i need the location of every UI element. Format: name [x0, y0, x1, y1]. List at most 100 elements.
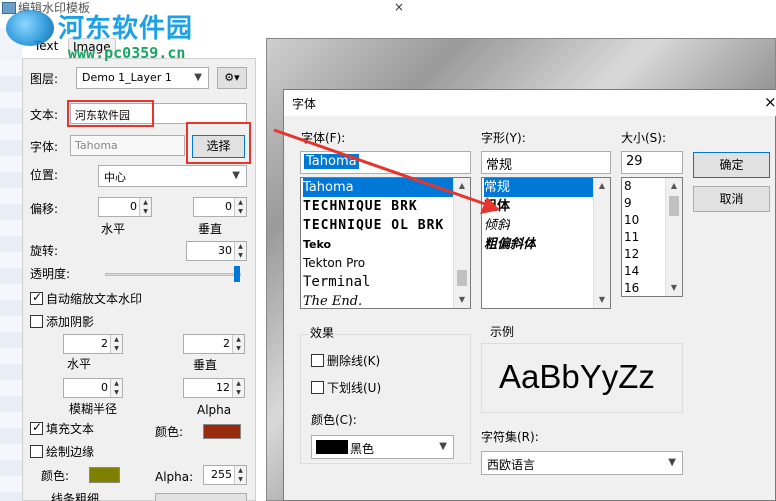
spin-up-icon[interactable]: ▲ — [233, 335, 244, 344]
shadow-h-spinner[interactable]: 2 ▲ ▼ — [63, 334, 123, 354]
offset-v-spinner[interactable]: 0 ▲ ▼ — [193, 197, 247, 217]
watermark-logo — [6, 10, 54, 46]
font-label: 字体: — [30, 140, 59, 154]
font-list-scrollbar[interactable]: ▲ ▼ — [453, 178, 470, 308]
font-list-item[interactable]: Terminal — [303, 273, 370, 292]
fill-text-checkbox[interactable] — [30, 420, 43, 435]
spin-up-icon[interactable]: ▲ — [233, 379, 244, 388]
main-close-icon[interactable]: × — [394, 0, 404, 14]
style-list-item[interactable]: 粗偏斜体 — [484, 235, 536, 254]
opacity-label: 透明度: — [30, 267, 71, 281]
size-input[interactable]: 29 — [621, 151, 683, 174]
font-list-item[interactable]: Teko — [303, 235, 331, 254]
spin-up-icon[interactable]: ▲ — [235, 242, 246, 251]
position-select-value: 中心 — [104, 171, 126, 184]
size-list-item[interactable]: 11 — [624, 229, 639, 246]
color-swatch — [316, 440, 348, 454]
scroll-up-icon[interactable]: ▲ — [594, 178, 610, 194]
underline-checkbox[interactable] — [311, 381, 324, 394]
spin-down-icon[interactable]: ▼ — [111, 388, 122, 397]
scroll-thumb[interactable] — [669, 196, 679, 216]
offset-horizontal-label: 水平 — [101, 222, 126, 236]
line-width-control[interactable] — [155, 493, 247, 501]
shadow-label: 添加阴影 — [46, 315, 95, 329]
style-list-item[interactable]: 常规 — [484, 178, 594, 197]
size-listbox[interactable]: 8 9 10 11 12 14 16 ▲ ▼ — [621, 177, 683, 297]
font-list-item[interactable]: The End. — [303, 292, 362, 308]
blur-spinner[interactable]: 0 ▲ ▼ — [63, 378, 123, 398]
shadow-alpha-spinner[interactable]: 12 ▲ ▼ — [183, 378, 245, 398]
sample-text: AaBbYyZz — [499, 358, 655, 395]
font-dialog-close-icon[interactable]: × — [764, 93, 776, 111]
script-select-value: 西欧语言 — [487, 458, 536, 472]
position-label: 位置: — [30, 168, 59, 182]
style-list-label: 字形(Y): — [481, 131, 526, 145]
strikeout-checkbox[interactable] — [311, 354, 324, 367]
size-list-item[interactable]: 14 — [624, 263, 639, 280]
stroke-checkbox[interactable] — [30, 445, 43, 458]
size-list-label: 大小(S): — [621, 131, 667, 145]
size-list-item[interactable]: 9 — [624, 195, 632, 212]
spin-down-icon[interactable]: ▼ — [140, 207, 151, 216]
spin-up-icon[interactable]: ▲ — [111, 335, 122, 344]
scroll-down-icon[interactable]: ▼ — [594, 292, 610, 308]
font-list-item[interactable]: Tahoma — [303, 178, 453, 197]
color-select[interactable]: 黑色 ▼ — [311, 435, 454, 459]
stroke-alpha-label: Alpha: — [155, 470, 194, 484]
spin-up-icon[interactable]: ▲ — [140, 198, 151, 207]
spin-down-icon[interactable]: ▼ — [235, 475, 246, 484]
chevron-down-icon: ▼ — [194, 72, 202, 83]
font-list-item[interactable]: TECHNIQUE BRK — [303, 197, 418, 216]
spin-up-icon[interactable]: ▲ — [235, 198, 246, 207]
font-list-item[interactable]: Tekton Pro — [303, 254, 365, 273]
shadow-vertical-label: 垂直 — [193, 358, 218, 372]
gear-icon: ⚙▾ — [224, 71, 240, 84]
font-listbox[interactable]: Tahoma TECHNIQUE BRK TECHNIQUE OL BRK Te… — [300, 177, 471, 309]
shadow-checkbox[interactable] — [30, 315, 43, 328]
stroke-alpha-spinner[interactable]: 255 ▲ ▼ — [203, 465, 247, 485]
spin-down-icon[interactable]: ▼ — [235, 251, 246, 260]
size-list-item[interactable]: 10 — [624, 212, 639, 229]
spin-down-icon[interactable]: ▼ — [111, 344, 122, 353]
size-list-item[interactable]: 8 — [624, 178, 632, 195]
stroke-color-swatch[interactable] — [89, 467, 120, 483]
left-file-strip — [0, 60, 22, 501]
offset-h-spinner[interactable]: 0 ▲ ▼ — [98, 197, 152, 217]
settings-panel: 图层: Demo 1_Layer 1 ▼ ⚙▾ 文本: 河东软件园 字体: Ta… — [22, 58, 256, 501]
spin-down-icon[interactable]: ▼ — [233, 388, 244, 397]
scroll-thumb[interactable] — [457, 270, 467, 286]
shadow-v-spinner[interactable]: 2 ▲ ▼ — [183, 334, 245, 354]
scroll-down-icon[interactable]: ▼ — [666, 280, 682, 296]
font-field: Tahoma — [70, 135, 185, 156]
auto-scale-checkbox[interactable] — [30, 290, 43, 305]
font-list-item[interactable]: TECHNIQUE OL BRK — [303, 216, 444, 235]
opacity-slider-thumb[interactable] — [234, 266, 240, 282]
position-select[interactable]: 中心 ▼ — [98, 165, 247, 187]
style-listbox[interactable]: 常规 粗体 倾斜 粗偏斜体 ▲ ▼ — [481, 177, 611, 309]
size-list-item[interactable]: 12 — [624, 246, 639, 263]
size-list-scrollbar[interactable]: ▲ ▼ — [665, 178, 682, 296]
scroll-up-icon[interactable]: ▲ — [666, 178, 682, 194]
ok-button[interactable]: 确定 — [693, 152, 770, 178]
spin-down-icon[interactable]: ▼ — [233, 344, 244, 353]
style-list-item[interactable]: 粗体 — [484, 197, 510, 216]
text-highlight-box — [67, 100, 154, 127]
font-name-input[interactable]: Tahoma — [300, 151, 471, 174]
cancel-button[interactable]: 取消 — [693, 186, 770, 212]
fill-color-swatch[interactable] — [203, 424, 241, 439]
rotate-spinner[interactable]: 30 ▲ ▼ — [186, 241, 247, 261]
scroll-down-icon[interactable]: ▼ — [454, 292, 470, 308]
style-list-item[interactable]: 倾斜 — [484, 216, 510, 235]
spin-down-icon[interactable]: ▼ — [235, 207, 246, 216]
scroll-up-icon[interactable]: ▲ — [454, 178, 470, 194]
layer-select[interactable]: Demo 1_Layer 1 ▼ — [76, 67, 209, 89]
style-list-scrollbar[interactable]: ▲ ▼ — [593, 178, 610, 308]
spin-up-icon[interactable]: ▲ — [111, 379, 122, 388]
opacity-slider-track[interactable] — [105, 273, 241, 276]
style-input[interactable]: 常规 — [481, 151, 611, 174]
script-select[interactable]: 西欧语言 ▼ — [481, 451, 683, 475]
spin-up-icon[interactable]: ▲ — [235, 466, 246, 475]
size-list-item[interactable]: 16 — [624, 280, 639, 296]
layer-settings-button[interactable]: ⚙▾ — [217, 67, 247, 89]
font-name-input-value: Tahoma — [304, 154, 359, 169]
